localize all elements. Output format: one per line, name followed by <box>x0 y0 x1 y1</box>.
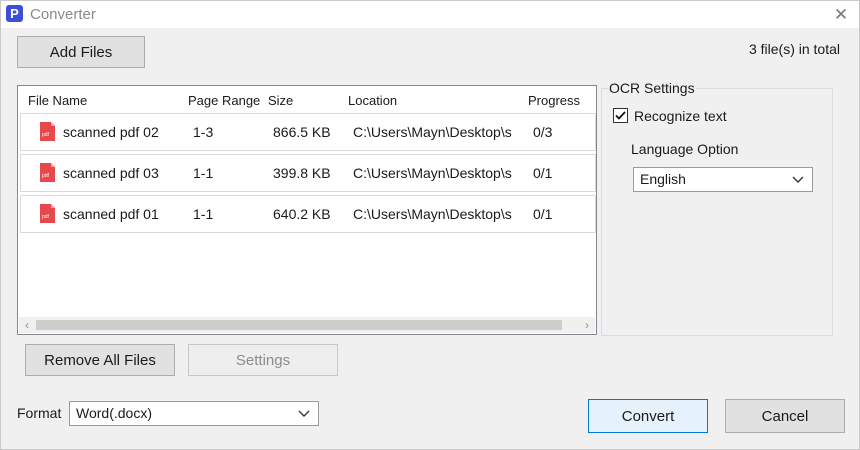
file-list[interactable]: File Name Page Range Size Location Progr… <box>17 85 597 335</box>
file-count-label: 3 file(s) in total <box>748 41 840 57</box>
chevron-down-icon <box>298 410 310 417</box>
page-range: 1-1 <box>193 206 214 222</box>
file-name: scanned pdf 03 <box>63 165 159 181</box>
page-range: 1-3 <box>193 124 214 140</box>
pdf-file-icon: pdf <box>40 163 55 182</box>
close-button[interactable]: ✕ <box>831 5 851 25</box>
checkmark-icon <box>615 111 626 120</box>
scroll-left-icon[interactable]: ‹ <box>19 317 35 333</box>
pdf-icon-text: pdf <box>42 132 50 138</box>
ocr-settings-group <box>601 88 833 336</box>
recognize-text-checkbox[interactable] <box>613 108 628 123</box>
language-option-label: Language Option <box>631 141 739 157</box>
file-progress: 0/1 <box>533 206 553 222</box>
convert-button[interactable]: Convert <box>588 399 708 433</box>
column-header-page-range[interactable]: Page Range <box>188 93 260 108</box>
window-title: Converter <box>30 6 96 23</box>
app-logo-icon: P <box>6 5 23 22</box>
remove-all-files-button[interactable]: Remove All Files <box>25 344 175 376</box>
pdf-file-icon: pdf <box>40 122 55 141</box>
column-header-progress[interactable]: Progress <box>528 93 580 108</box>
column-header-size[interactable]: Size <box>268 93 293 108</box>
converter-window: P Converter ✕ Add Files 3 file(s) in tot… <box>0 0 860 450</box>
horizontal-scrollbar[interactable]: ‹ › <box>19 317 595 333</box>
file-location: C:\Users\Mayn\Desktop\s <box>353 206 512 222</box>
format-select-value: Word(.docx) <box>76 405 152 421</box>
format-label: Format <box>17 405 62 421</box>
pdf-file-icon: pdf <box>40 204 55 223</box>
ocr-settings-title: OCR Settings <box>608 80 696 96</box>
column-header-location[interactable]: Location <box>348 93 397 108</box>
file-progress: 0/1 <box>533 165 553 181</box>
language-select-value: English <box>640 171 686 187</box>
file-size: 866.5 KB <box>273 124 331 140</box>
chevron-down-icon <box>792 176 804 183</box>
recognize-text-label[interactable]: Recognize text <box>634 108 727 124</box>
cancel-button[interactable]: Cancel <box>725 399 845 433</box>
file-location: C:\Users\Mayn\Desktop\s <box>353 165 512 181</box>
file-row[interactable]: pdf scanned pdf 03 1-1 399.8 KB C:\Users… <box>20 154 596 192</box>
pdf-icon-text: pdf <box>42 173 50 179</box>
page-range: 1-1 <box>193 165 214 181</box>
add-files-button[interactable]: Add Files <box>17 36 145 68</box>
close-icon: ✕ <box>833 5 849 24</box>
column-header-file-name[interactable]: File Name <box>28 93 87 108</box>
file-row[interactable]: pdf scanned pdf 02 1-3 866.5 KB C:\Users… <box>20 113 596 151</box>
settings-button[interactable]: Settings <box>188 344 338 376</box>
language-select[interactable]: English <box>633 167 813 192</box>
file-size: 640.2 KB <box>273 206 331 222</box>
scrollbar-thumb[interactable] <box>36 320 562 330</box>
file-location: C:\Users\Mayn\Desktop\s <box>353 124 512 140</box>
scroll-right-icon[interactable]: › <box>579 317 595 333</box>
file-size: 399.8 KB <box>273 165 331 181</box>
file-name: scanned pdf 02 <box>63 124 159 140</box>
file-name: scanned pdf 01 <box>63 206 159 222</box>
file-row[interactable]: pdf scanned pdf 01 1-1 640.2 KB C:\Users… <box>20 195 596 233</box>
file-progress: 0/3 <box>533 124 553 140</box>
title-bar: P Converter ✕ <box>1 1 859 28</box>
pdf-icon-text: pdf <box>42 214 50 220</box>
format-select[interactable]: Word(.docx) <box>69 401 319 426</box>
